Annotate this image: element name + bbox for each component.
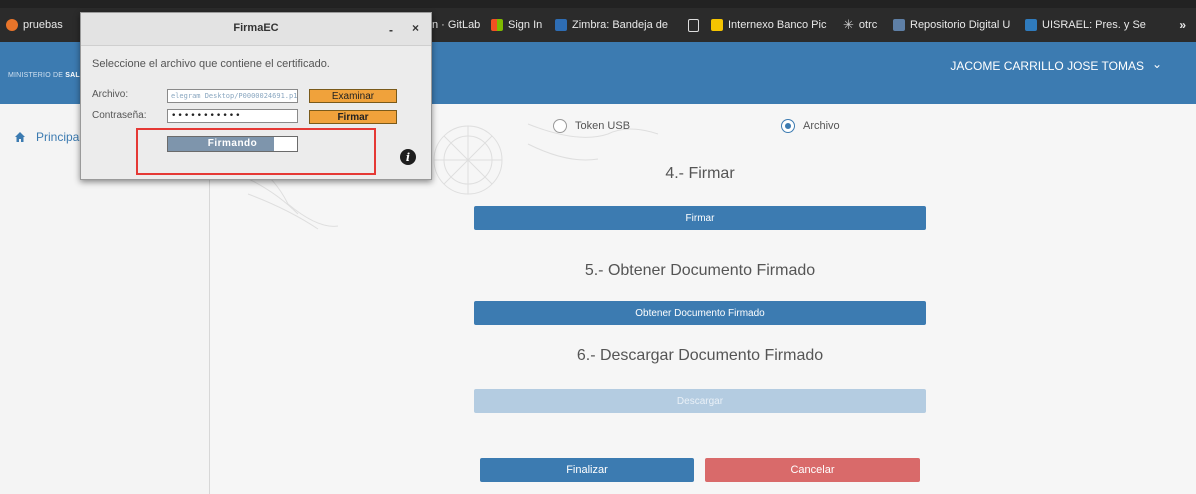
radio-token-usb[interactable]: Token USB: [553, 119, 630, 133]
firmar-button[interactable]: Firmar: [474, 206, 926, 230]
zimbra-icon: [555, 19, 567, 31]
dialog-prompt: Seleccione el archivo que contiene el ce…: [92, 58, 330, 70]
asterisk-icon: ✳: [843, 17, 854, 32]
bookmark-sign-in[interactable]: Sign In: [491, 8, 542, 42]
dialog-titlebar[interactable]: FirmaEC - ×: [81, 13, 431, 46]
password-field[interactable]: •••••••••••: [167, 109, 298, 123]
bookmark-internexo[interactable]: Internexo Banco Pic: [711, 8, 826, 42]
step5-title: 5.- Obtener Documento Firmado: [584, 262, 816, 279]
archivo-field[interactable]: elegram Desktop/P0000024691.p12: [167, 89, 298, 103]
highlight-box: [136, 128, 376, 175]
dialog-firmar-button[interactable]: Firmar: [309, 110, 397, 124]
bookmark-zimbra[interactable]: Zimbra: Bandeja de: [555, 8, 668, 42]
bookmark-gitlab[interactable]: n · GitLab: [432, 8, 480, 42]
microsoft-icon: [491, 19, 503, 31]
bookmarks-more-button[interactable]: »: [1179, 8, 1186, 42]
close-button[interactable]: ×: [412, 21, 419, 35]
page-icon: [688, 18, 699, 32]
step4-title: 4.- Firmar: [665, 165, 735, 182]
radio-selected-icon: [781, 119, 795, 133]
bookmark-repositorio[interactable]: Repositorio Digital U: [893, 8, 1010, 42]
password-label: Contraseña:: [92, 110, 147, 121]
bookmark-uisrael[interactable]: UISRAEL: Pres. y Se: [1025, 8, 1146, 42]
descargar-button[interactable]: Descargar: [474, 389, 926, 413]
user-menu[interactable]: JACOME CARRILLO JOSE TOMAS: [950, 59, 1144, 73]
radio-circle-icon: [553, 119, 567, 133]
radio-archivo[interactable]: Archivo: [781, 119, 840, 133]
bookmark-otrc[interactable]: ✳ otrc: [843, 8, 877, 42]
step6-title: 6.- Descargar Documento Firmado: [576, 347, 824, 364]
bookmark-pruebas[interactable]: pruebas: [6, 8, 63, 42]
home-icon: [15, 132, 25, 142]
sidebar-item-principal[interactable]: Principa: [14, 130, 79, 144]
uisrael-icon: [1025, 19, 1037, 31]
cancelar-button[interactable]: Cancelar: [705, 458, 920, 482]
info-icon[interactable]: i: [400, 149, 416, 165]
bookmark-page[interactable]: [688, 8, 704, 42]
chevron-down-icon[interactable]: ⌄: [1152, 57, 1162, 71]
dialog-title: FirmaEC: [233, 22, 279, 34]
minimize-button[interactable]: -: [389, 23, 393, 37]
browser-top-strip: [0, 0, 1196, 8]
obtener-documento-button[interactable]: Obtener Documento Firmado: [474, 301, 926, 325]
examinar-button[interactable]: Examinar: [309, 89, 397, 103]
repositorio-icon: [893, 19, 905, 31]
pruebas-icon: [6, 19, 18, 31]
ministry-logo: MINISTERIO DE SAL: [8, 72, 80, 79]
finalizar-button[interactable]: Finalizar: [480, 458, 694, 482]
archivo-label: Archivo:: [92, 89, 129, 100]
banco-icon: [711, 19, 723, 31]
